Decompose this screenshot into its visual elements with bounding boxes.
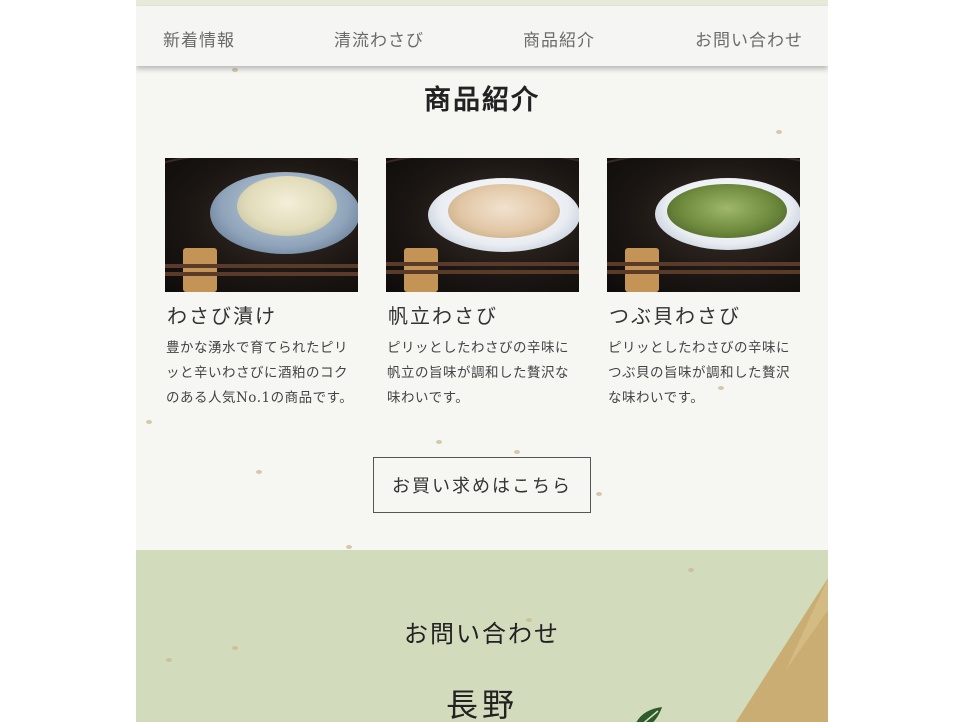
paper-speck	[166, 658, 172, 662]
chopstick-rest-image	[183, 248, 217, 292]
products-title: 商品紹介	[424, 85, 540, 116]
nav-item-contact[interactable]: お問い合わせ	[695, 26, 803, 51]
paper-speck	[514, 450, 520, 454]
product-name: 帆立わさび	[388, 304, 498, 328]
main-nav: 新着情報 清流わさび 商品紹介 お問い合わせ	[136, 6, 828, 66]
paper-speck	[776, 130, 782, 134]
contact-section: お問い合わせ 長野	[136, 550, 828, 722]
paper-speck	[688, 568, 694, 572]
chopstick-image	[386, 262, 579, 266]
contact-title: お問い合わせ	[404, 620, 560, 648]
product-description: ピリッとしたわさびの辛味に帆立の旨味が調和した贅沢な味わいです。	[387, 340, 569, 406]
product-description: 豊かな湧水で育てられたピリッと辛いわさびに酒粕のコクのある人気No.1の商品です…	[166, 340, 354, 406]
product-photo[interactable]	[165, 158, 358, 292]
contact-location: 長野	[445, 686, 518, 722]
paper-speck	[232, 68, 238, 72]
page: 新着情報 清流わさび 商品紹介 お問い合わせ 商品紹介 わさび漬け 豊かな湧水で…	[136, 0, 828, 722]
food-image	[667, 184, 787, 238]
nav-item-products[interactable]: 商品紹介	[523, 26, 595, 51]
product-photo[interactable]	[607, 158, 800, 292]
paper-speck	[596, 492, 602, 496]
food-image	[237, 176, 337, 236]
chopstick-image	[607, 270, 800, 274]
paper-speck	[146, 420, 152, 424]
product-card: 帆立わさび ピリッとしたわさびの辛味に帆立の旨味が調和した贅沢な味わいです。	[386, 158, 579, 406]
paper-speck	[436, 440, 442, 444]
paper-speck	[346, 545, 352, 549]
food-image	[448, 184, 560, 238]
product-description: ピリッとしたわさびの辛味につぶ貝の旨味が調和した贅沢な味わいです。	[608, 340, 790, 406]
nav-item-wasabi[interactable]: 清流わさび	[334, 26, 424, 51]
chopstick-image	[165, 272, 358, 276]
product-card: わさび漬け 豊かな湧水で育てられたピリッと辛いわさびに酒粕のコクのある人気No.…	[165, 158, 358, 406]
paper-speck	[256, 470, 262, 474]
wasabi-leaf-icon	[636, 707, 662, 722]
buy-button[interactable]: お買い求めはこちら	[373, 457, 591, 513]
nav-item-news[interactable]: 新着情報	[163, 26, 235, 51]
chopstick-image	[165, 264, 358, 268]
chopstick-image	[386, 270, 579, 274]
product-photo[interactable]	[386, 158, 579, 292]
product-card: つぶ貝わさび ピリッとしたわさびの辛味につぶ貝の旨味が調和した贅沢な味わいです。	[607, 158, 800, 406]
product-name: つぶ貝わさび	[609, 304, 741, 328]
chopstick-image	[607, 262, 800, 266]
product-name: わさび漬け	[167, 304, 277, 328]
